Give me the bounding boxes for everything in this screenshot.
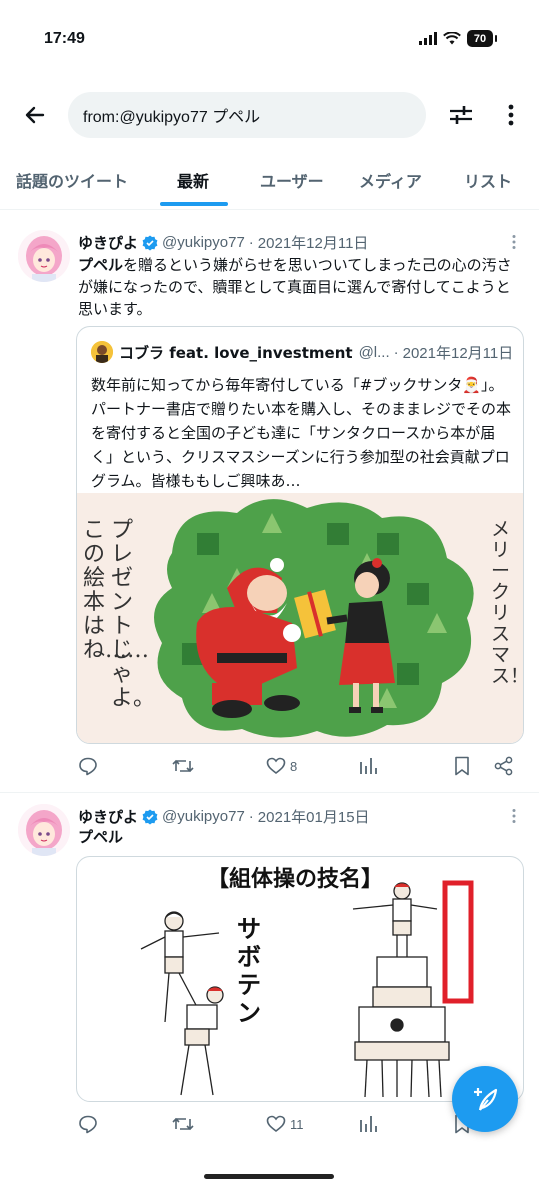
- search-input[interactable]: from:@yukipyo77 プペル: [68, 92, 426, 138]
- views-button[interactable]: [359, 756, 381, 776]
- retweet-button[interactable]: [172, 756, 198, 776]
- like-count: 11: [290, 1116, 304, 1132]
- avatar[interactable]: [18, 230, 70, 282]
- quoted-tweet-text: 数年前に知ってから毎年寄付している「#ブックサンタ🎅」。パートナー書店で贈りたい…: [91, 376, 512, 490]
- reply-icon: [79, 1115, 97, 1134]
- avatar[interactable]: [18, 804, 70, 856]
- tweet-actions: 11: [78, 1114, 518, 1140]
- filter-icon: [450, 106, 472, 124]
- search-filter-button[interactable]: [444, 98, 478, 132]
- user-handle[interactable]: @yukipyo77: [162, 808, 245, 825]
- like-icon: [266, 757, 286, 775]
- like-button[interactable]: 8: [266, 756, 297, 776]
- share-icon: [494, 756, 513, 776]
- active-tab-indicator: [160, 202, 228, 206]
- display-name[interactable]: ゆきぴよ: [78, 806, 138, 827]
- retweet-button[interactable]: [172, 1114, 198, 1134]
- tweet-media-image[interactable]: 【組体操の技名】 サボテン: [76, 856, 524, 1102]
- like-icon: [266, 1115, 286, 1133]
- bookmark-icon: [455, 756, 469, 776]
- search-header: from:@yukipyo77 プペル: [0, 88, 539, 144]
- tab-lists[interactable]: リスト: [464, 168, 512, 192]
- image-text-right: メリークリスマス！: [491, 518, 523, 687]
- gymnastics-illustration: [140, 880, 474, 1098]
- tab-latest[interactable]: 最新: [177, 168, 209, 192]
- quoted-tweet[interactable]: コブラ feat. love_investment @l... · 2021年1…: [76, 326, 524, 744]
- more-vertical-icon: [508, 104, 514, 126]
- bottom-fade: [0, 1140, 539, 1200]
- avatar-image: [18, 230, 70, 282]
- avatar-image: [18, 804, 70, 856]
- back-button[interactable]: [18, 98, 52, 132]
- signal-icon: [419, 32, 437, 45]
- tweet-divider: [0, 792, 539, 793]
- views-button[interactable]: [359, 1114, 381, 1134]
- views-icon: [360, 1116, 377, 1132]
- quoted-tweet-date: 2021年12月11日: [402, 344, 514, 362]
- tweet-date[interactable]: 2021年01月15日: [258, 806, 370, 827]
- quoted-display-name: コブラ feat. love_investment: [119, 343, 353, 362]
- views-icon: [360, 758, 377, 774]
- quoted-user-handle: @l...: [358, 343, 390, 361]
- status-time: 17:49: [44, 30, 85, 47]
- verified-badge-icon: [142, 809, 158, 825]
- tab-users[interactable]: ユーザー: [260, 168, 324, 192]
- quoted-avatar: [91, 341, 113, 363]
- quoted-tweet-image[interactable]: プレゼントじゃよ。 この絵本はね…… メリークリスマス！: [77, 493, 523, 743]
- reply-button[interactable]: [78, 756, 102, 776]
- tweet-text-highlight: プペル: [78, 256, 124, 274]
- retweet-icon: [172, 759, 194, 773]
- tweet-more-button[interactable]: [511, 808, 519, 828]
- tweet-text-highlight: プペル: [78, 828, 124, 846]
- bookmark-button[interactable]: [454, 756, 470, 776]
- image-text-left-2: この絵本はね……: [83, 518, 149, 663]
- tweet-header: ゆきぴよ @yukipyo77 · 2021年01月15日: [78, 806, 370, 827]
- like-button[interactable]: 11: [266, 1114, 304, 1134]
- wifi-icon: [443, 32, 461, 45]
- battery-indicator: 70: [467, 30, 497, 47]
- back-arrow-icon: [25, 106, 45, 124]
- tweet-header: ゆきぴよ @yukipyo77 · 2021年12月11日: [78, 232, 368, 253]
- share-button[interactable]: [494, 756, 514, 776]
- status-bar: 17:49 70: [0, 0, 539, 80]
- search-tabs: 話題のツイート 最新 ユーザー メディア リスト: [0, 158, 539, 210]
- compose-icon: [474, 1088, 498, 1111]
- image-text-left-1: プレゼントじゃよ。: [111, 518, 156, 711]
- more-vertical-icon: [512, 235, 516, 249]
- more-options-button[interactable]: [496, 98, 526, 132]
- status-icons: 70: [419, 30, 497, 47]
- tweet-actions: 8: [78, 756, 518, 782]
- display-name[interactable]: ゆきぴよ: [78, 232, 138, 253]
- tweet-text: プペル: [78, 826, 523, 848]
- user-handle[interactable]: @yukipyo77: [162, 234, 245, 251]
- tweet-more-button[interactable]: [511, 234, 519, 254]
- tweet-date[interactable]: 2021年12月11日: [258, 232, 369, 253]
- compose-tweet-button[interactable]: [452, 1066, 518, 1132]
- tweet-text: プペルを贈るという嫌がらせを思いついてしまった己の心の汚さが嫌になったので、贖罪…: [78, 254, 523, 320]
- separator-dot: ·: [393, 343, 399, 361]
- quoted-tweet-header: コブラ feat. love_investment @l... · 2021年1…: [91, 341, 513, 363]
- retweet-icon: [172, 1117, 194, 1131]
- like-count: 8: [290, 758, 298, 774]
- tweet-text-body: を贈るという嫌がらせを思いついてしまった己の心の汚さが嫌になったので、贖罪として…: [78, 256, 512, 318]
- separator-dot: ·: [248, 808, 254, 825]
- reply-icon: [79, 757, 97, 776]
- more-vertical-icon: [512, 809, 516, 823]
- tab-top[interactable]: 話題のツイート: [16, 168, 128, 192]
- separator-dot: ·: [248, 234, 254, 251]
- verified-badge-icon: [142, 235, 158, 251]
- reply-button[interactable]: [78, 1114, 102, 1134]
- tab-media[interactable]: メディア: [359, 168, 422, 192]
- home-indicator[interactable]: [204, 1174, 334, 1179]
